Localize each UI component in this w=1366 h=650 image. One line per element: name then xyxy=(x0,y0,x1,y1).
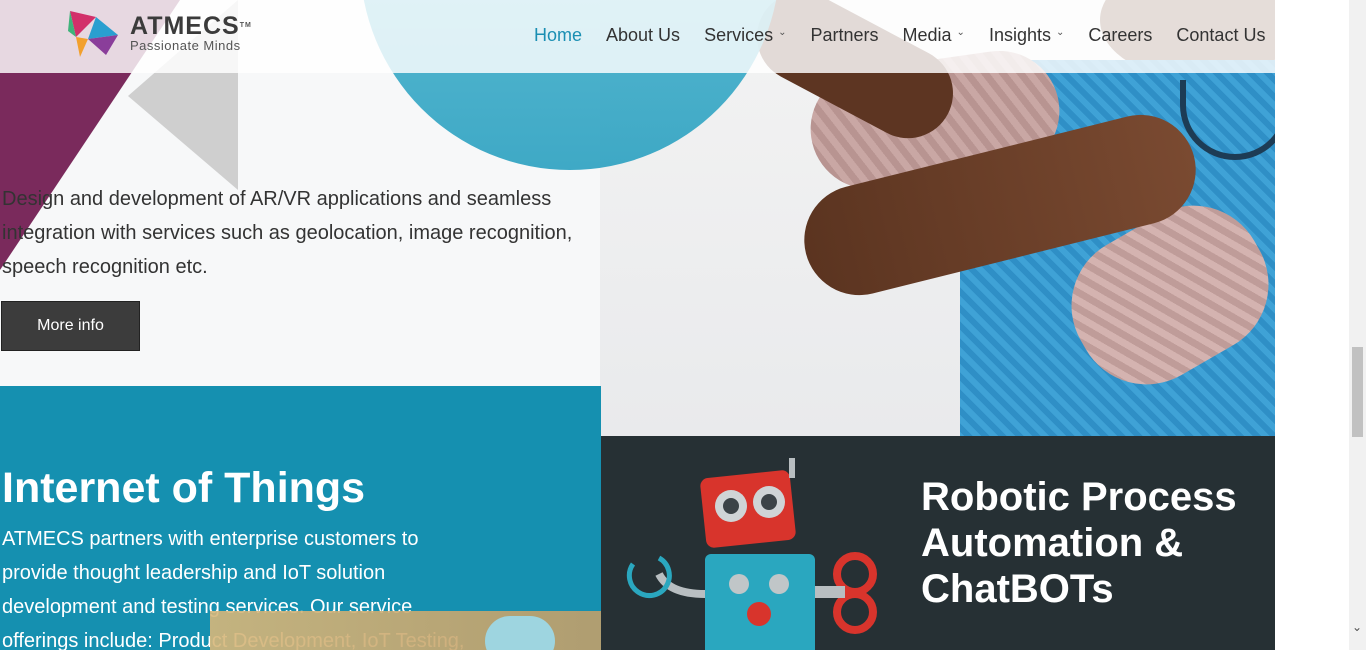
nav-item-label: Contact Us xyxy=(1176,25,1266,45)
nav-item-partners[interactable]: Partners xyxy=(810,25,878,46)
nav-item-services[interactable]: Services ⌄ xyxy=(704,25,786,46)
nav-item-about-us[interactable]: About Us xyxy=(606,25,680,46)
nav-item-home[interactable]: Home xyxy=(534,25,582,46)
robot-illustration xyxy=(626,458,877,650)
logo-name: ATMECS xyxy=(130,12,240,40)
nav-item-label: Media xyxy=(902,25,952,45)
nav-item-label: Careers xyxy=(1088,25,1153,45)
nav-item-label: Partners xyxy=(810,25,879,45)
chevron-down-icon: ⌄ xyxy=(778,27,787,38)
main-nav: Home About Us Services ⌄ Partners Media … xyxy=(534,25,1265,46)
iot-title: Internet of Things xyxy=(2,464,366,512)
nav-item-label: Insights xyxy=(988,25,1051,45)
nav-item-contact-us[interactable]: Contact Us xyxy=(1176,25,1265,46)
nav-item-media[interactable]: Media ⌄ xyxy=(903,25,965,46)
scroll-down-arrow-icon[interactable]: ⌄ xyxy=(1352,620,1362,634)
site-header: ATMECSTM Passionate Minds Home About Us … xyxy=(0,0,1275,73)
chevron-down-icon: ⌄ xyxy=(956,27,965,38)
chevron-down-icon: ⌄ xyxy=(1055,27,1065,38)
iot-photo-device xyxy=(485,616,555,650)
rpa-section: Robotic Process Automation & ChatBOTs xyxy=(601,436,1275,650)
nav-item-label: Home xyxy=(534,25,583,45)
atmecs-logo[interactable]: ATMECSTM Passionate Minds xyxy=(66,7,266,59)
scrollbar-thumb[interactable] xyxy=(1352,347,1363,437)
nav-item-insights[interactable]: Insights ⌄ xyxy=(989,25,1064,46)
nav-item-label: Services xyxy=(704,25,774,45)
logo-tagline: Passionate Minds xyxy=(130,38,241,53)
logo-mark-icon xyxy=(68,11,118,57)
rpa-title: Robotic Process Automation & ChatBOTs xyxy=(921,475,1237,611)
nav-item-label: About Us xyxy=(606,25,681,45)
nav-item-careers[interactable]: Careers xyxy=(1088,25,1152,46)
more-info-button[interactable]: More info xyxy=(1,301,140,351)
hero-description: Design and development of AR/VR applicat… xyxy=(2,188,573,278)
logo-trademark: TM xyxy=(239,22,252,29)
page-scrollbar[interactable]: ⌄ xyxy=(1349,0,1366,650)
